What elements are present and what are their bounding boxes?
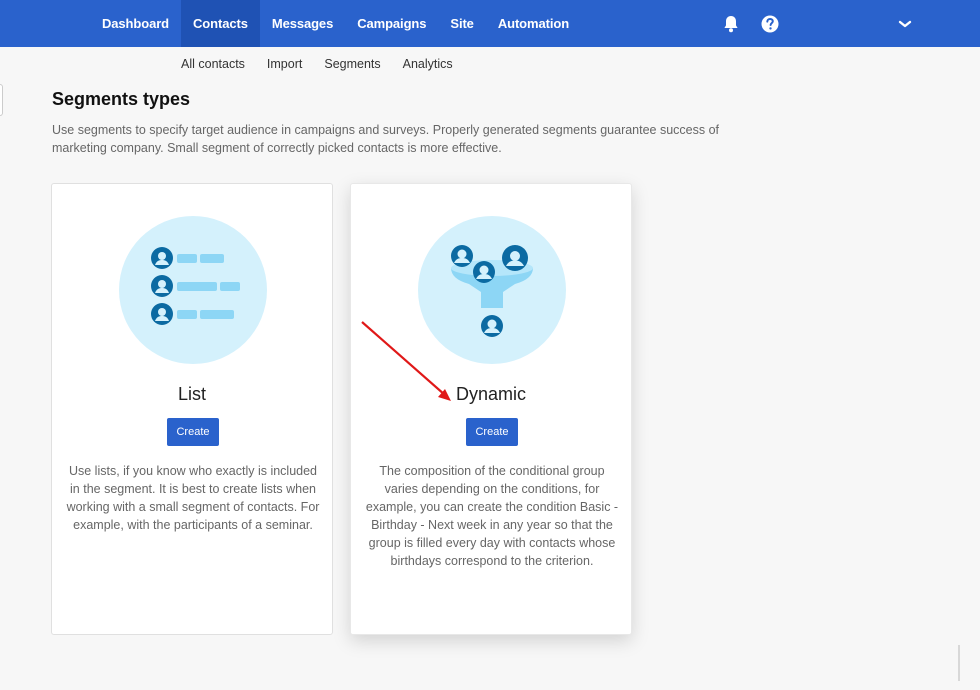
chevron-down-icon[interactable] (897, 0, 913, 47)
bell-icon[interactable] (720, 0, 742, 47)
contacts-funnel-icon (417, 216, 567, 364)
page-title: Segments types (52, 89, 191, 109)
create-dynamic-button[interactable]: Create (466, 418, 518, 446)
main-nav: Dashboard Contacts Messages Campaigns Si… (90, 0, 581, 47)
page-description: Use segments to specify target audience … (52, 123, 720, 155)
top-navigation-bar: Dashboard Contacts Messages Campaigns Si… (0, 0, 980, 47)
card-description: The composition of the conditional group… (365, 464, 619, 568)
nav-contacts[interactable]: Contacts (181, 0, 260, 47)
nav-messages[interactable]: Messages (260, 0, 345, 47)
segment-card-list: List Create Use lists, if you know who e… (51, 183, 333, 635)
card-description: Use lists, if you know who exactly is in… (66, 464, 320, 532)
side-panel-handle[interactable] (0, 84, 3, 116)
nav-campaigns[interactable]: Campaigns (345, 0, 438, 47)
nav-site[interactable]: Site (438, 0, 485, 47)
help-icon[interactable] (760, 0, 780, 47)
subnav-import[interactable]: Import (256, 54, 313, 74)
segment-card-dynamic: Dynamic Create The composition of the co… (350, 183, 632, 635)
contacts-subnav: All contacts Import Segments Analytics (170, 54, 464, 74)
scrollbar-edge (958, 645, 960, 681)
nav-dashboard[interactable]: Dashboard (90, 0, 181, 47)
subnav-analytics[interactable]: Analytics (392, 54, 464, 74)
card-title: List (177, 384, 206, 404)
subnav-segments[interactable]: Segments (313, 54, 391, 74)
card-title: Dynamic (455, 384, 526, 404)
create-list-button[interactable]: Create (167, 418, 219, 446)
nav-automation[interactable]: Automation (486, 0, 581, 47)
contact-list-icon (118, 216, 268, 364)
subnav-all-contacts[interactable]: All contacts (170, 54, 256, 74)
